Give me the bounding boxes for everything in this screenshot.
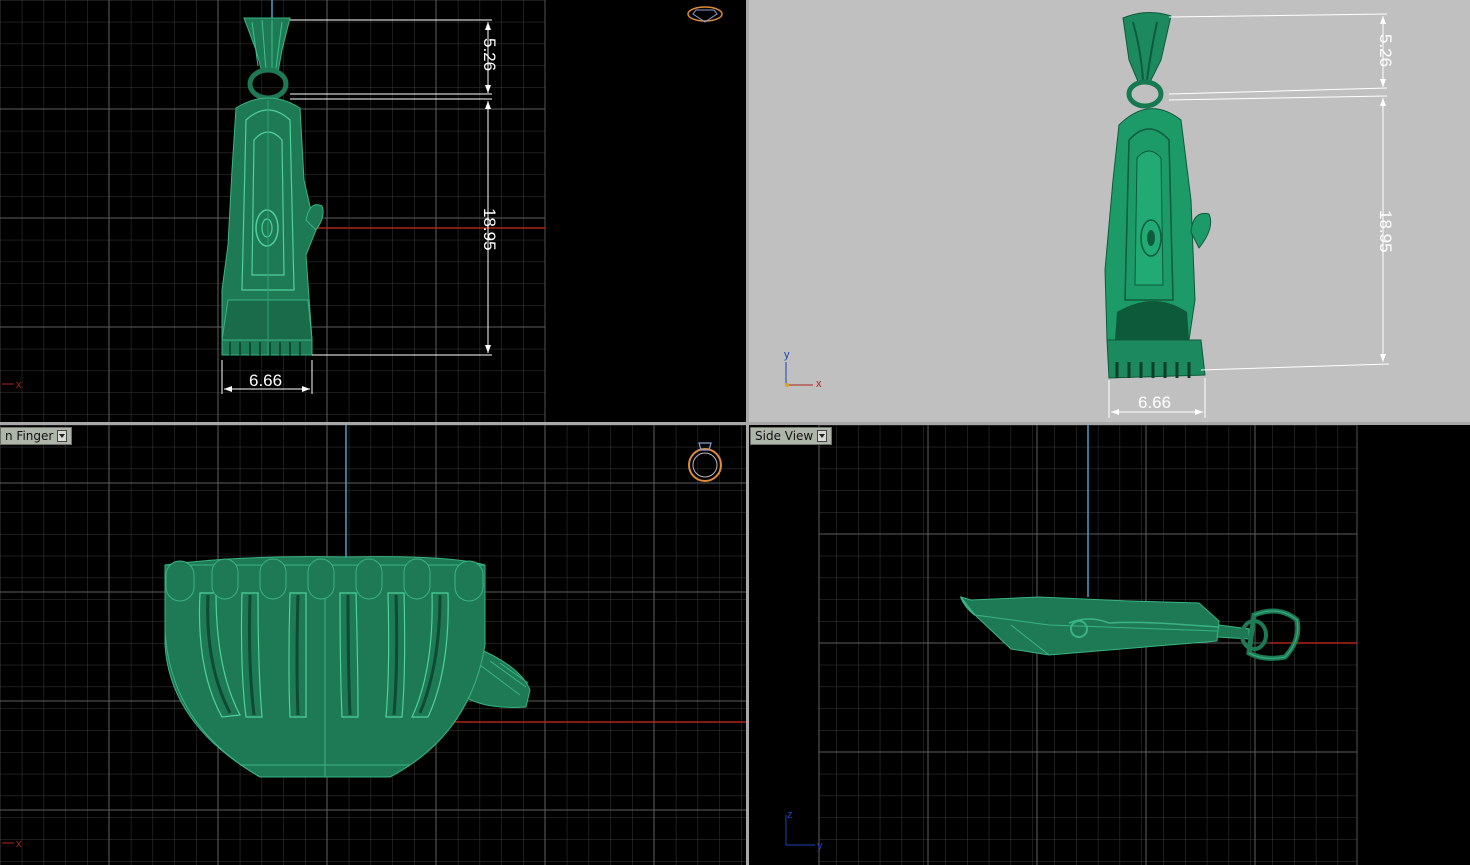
dim-lower-label: 18.95 <box>480 208 499 251</box>
svg-text:x: x <box>16 838 22 850</box>
gem-icon[interactable] <box>687 6 723 23</box>
axis-indicator: y x <box>784 349 822 390</box>
viewport-bottom-right-canvas: z y <box>785 425 1358 865</box>
viewport-top-left[interactable]: 5.26 18.95 6.66 x <box>0 0 746 422</box>
dim-upper-label: 5.26 <box>1376 34 1395 67</box>
svg-text:y: y <box>784 349 790 361</box>
viewport-bottom-left-canvas: x <box>0 425 746 865</box>
viewport-top-left-canvas: 5.26 18.95 6.66 x <box>0 0 723 422</box>
pendant-model-shaded[interactable] <box>1104 12 1212 379</box>
svg-text:x: x <box>816 378 822 390</box>
viewport-label-side-view[interactable]: Side View <box>750 427 833 445</box>
dim-width-label: 6.66 <box>1138 393 1171 412</box>
viewport-top-right[interactable]: 5.26 18.95 6.66 y x <box>749 0 1470 422</box>
svg-text:y: y <box>817 840 823 852</box>
dim-width-label: 6.66 <box>249 371 282 390</box>
viewport-top-right-canvas: 5.26 18.95 6.66 y x <box>784 12 1395 418</box>
chevron-down-icon[interactable] <box>817 430 828 442</box>
dim-lower-label: 18.95 <box>1376 210 1395 253</box>
viewport-label-text: Side View <box>755 429 814 443</box>
viewport-label-finger[interactable]: n Finger <box>0 427 73 445</box>
dim-upper-label: 5.26 <box>480 38 499 71</box>
svg-text:x: x <box>16 379 22 391</box>
viewport-bottom-right[interactable]: z y Side View <box>749 425 1470 865</box>
viewport-label-text: n Finger <box>5 429 54 443</box>
chevron-down-icon[interactable] <box>57 430 68 442</box>
viewport-bottom-left[interactable]: x n Finger <box>0 425 746 865</box>
svg-text:z: z <box>787 809 793 821</box>
axis-indicator: z y <box>785 809 823 852</box>
